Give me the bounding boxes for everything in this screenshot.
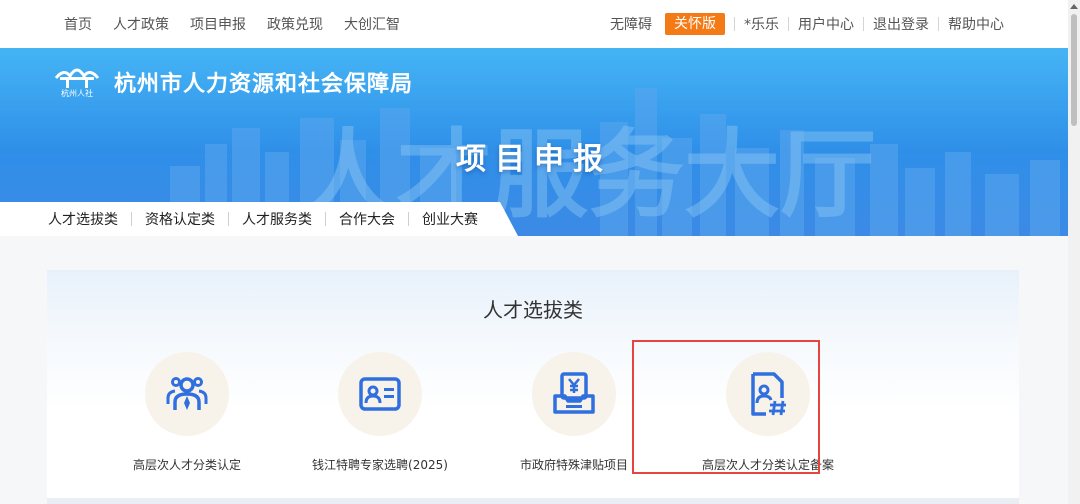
page-title: 项目申报 bbox=[456, 142, 612, 177]
allowance-tray-icon bbox=[553, 372, 595, 414]
section-panel: 人才选拔类 高层次人才分类认定 钱江特聘专家选聘(2025) 市政府特殊津贴项目… bbox=[47, 270, 1019, 504]
scroll-up-arrow-icon[interactable] bbox=[1070, 4, 1078, 9]
divider bbox=[938, 17, 939, 31]
tab-talent-selection[interactable]: 人才选拔类 bbox=[48, 209, 118, 229]
vertical-scrollbar[interactable] bbox=[1068, 0, 1080, 504]
nav-talent-policy[interactable]: 人才政策 bbox=[113, 14, 169, 34]
help-center-link[interactable]: 帮助中心 bbox=[948, 14, 1004, 34]
project-card-high-level-talent[interactable]: 高层次人才分类认定 bbox=[102, 352, 272, 472]
divider bbox=[408, 212, 409, 226]
card-icon-circle bbox=[145, 352, 229, 436]
project-card-qianjiang-expert[interactable]: 钱江特聘专家选聘(2025) bbox=[295, 352, 465, 472]
nav-project-application[interactable]: 项目申报 bbox=[190, 14, 246, 34]
tab-talent-services[interactable]: 人才服务类 bbox=[242, 209, 312, 229]
nav-dachuang[interactable]: 大创汇智 bbox=[344, 14, 400, 34]
user-center-link[interactable]: 用户中心 bbox=[798, 14, 854, 34]
divider bbox=[325, 212, 326, 226]
user-menu: 无障碍 关怀版 *乐乐 用户中心 退出登录 帮助中心 bbox=[610, 0, 1004, 48]
tab-startup-competition[interactable]: 创业大赛 bbox=[422, 209, 478, 229]
card-label: 钱江特聘专家选聘(2025) bbox=[312, 458, 448, 472]
tab-qualification[interactable]: 资格认定类 bbox=[145, 209, 215, 229]
logo-text: 杭州人社 bbox=[61, 88, 93, 98]
divider bbox=[228, 212, 229, 226]
card-icon-circle bbox=[338, 352, 422, 436]
scrollbar-thumb[interactable] bbox=[1071, 14, 1077, 126]
main-content: 人才选拔类 高层次人才分类认定 钱江特聘专家选聘(2025) 市政府特殊津贴项目… bbox=[0, 236, 1068, 504]
hangzhou-hrss-logo-icon: 杭州人社 bbox=[54, 68, 100, 98]
bureau-name: 杭州市人力资源和社会保障局 bbox=[114, 72, 414, 97]
card-label: 高层次人才分类认定 bbox=[132, 458, 241, 472]
id-card-icon bbox=[359, 377, 401, 411]
divider bbox=[788, 17, 789, 31]
tab-cooperation-conference[interactable]: 合作大会 bbox=[339, 209, 395, 229]
logout-link[interactable]: 退出登录 bbox=[873, 14, 929, 34]
highlight-box bbox=[632, 340, 820, 474]
section-title: 人才选拔类 bbox=[483, 298, 583, 322]
divider bbox=[863, 17, 864, 31]
category-tabs: 人才选拔类 资格认定类 人才服务类 合作大会 创业大赛 bbox=[0, 202, 518, 236]
next-section-edge bbox=[47, 498, 1019, 504]
divider bbox=[131, 212, 132, 226]
accessibility-link[interactable]: 无障碍 bbox=[610, 14, 652, 34]
care-mode-button[interactable]: 关怀版 bbox=[665, 13, 725, 35]
top-navigation: 首页 人才政策 项目申报 政策兑现 大创汇智 无障碍 关怀版 *乐乐 用户中心 … bbox=[0, 0, 1068, 48]
nav-home[interactable]: 首页 bbox=[64, 14, 92, 34]
talent-group-icon bbox=[166, 377, 208, 410]
user-name[interactable]: *乐乐 bbox=[744, 14, 779, 34]
divider bbox=[734, 17, 735, 31]
main-menu: 首页 人才政策 项目申报 政策兑现 大创汇智 bbox=[64, 0, 421, 48]
card-icon-circle bbox=[532, 352, 616, 436]
nav-policy-redemption[interactable]: 政策兑现 bbox=[267, 14, 323, 34]
